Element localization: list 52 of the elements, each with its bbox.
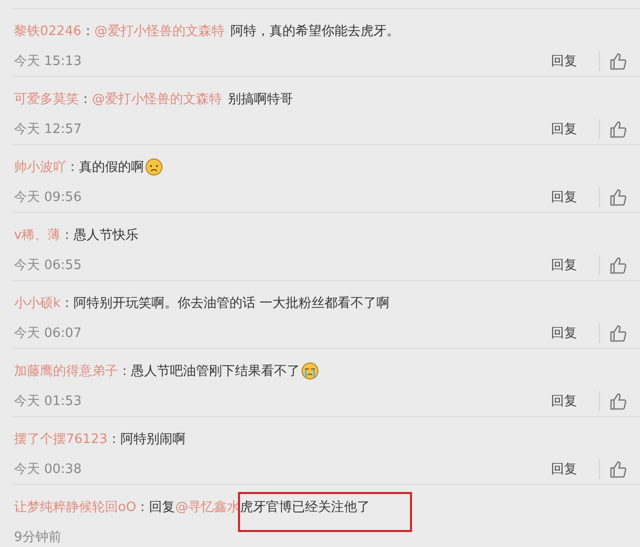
comment-text: 阿特别闹啊 — [120, 431, 186, 448]
crying-face-icon — [301, 362, 319, 380]
comment-time: 今天 06:55 — [14, 257, 83, 274]
comment-text: 愚人节吧油管刚下结果看不了 — [131, 363, 300, 380]
username-link[interactable]: 小小硕k — [14, 294, 61, 312]
username-link[interactable]: 摆了个摆76123 — [14, 430, 108, 448]
username-link[interactable]: v稀、薄 — [14, 226, 61, 244]
colon-text: ： — [107, 431, 120, 448]
colon-text: ： — [81, 23, 94, 40]
reply-button[interactable]: 回复 — [551, 460, 577, 478]
comment-text: 阿特别开玩笑啊。你去油管的话 一大批粉丝都看不了啊 — [74, 295, 390, 312]
comment-text: 愚人节快乐 — [74, 227, 139, 244]
comment-time: 今天 09:56 — [14, 189, 83, 206]
comment-text: 别搞啊特哥 — [228, 91, 293, 108]
highlighted-comment-text: 虎牙官博已经关注他了 — [240, 494, 410, 530]
username-link[interactable]: 帅小波吖 — [14, 158, 66, 176]
comment-time: 今天 15:13 — [14, 53, 83, 70]
reply-button[interactable]: 回复 — [551, 256, 577, 274]
comment-time: 9分钟前 — [14, 529, 62, 546]
colon-text: ： — [79, 91, 92, 108]
reply-button[interactable]: 回复 — [551, 188, 577, 206]
comment-text: 真的假的啊 — [79, 159, 144, 176]
thumbs-up-icon[interactable] — [599, 323, 628, 343]
reply-button[interactable]: 回复 — [551, 52, 577, 70]
thumbs-up-icon[interactable] — [599, 255, 628, 275]
username-link[interactable]: 让梦纯粹静候轮回oO — [14, 498, 136, 516]
thumbs-up-icon[interactable] — [599, 391, 628, 411]
mention-link[interactable]: @寻忆鑫水 — [175, 498, 240, 516]
mention-link[interactable]: @爱打小怪兽的文森特 — [92, 90, 222, 108]
thumbs-up-icon[interactable] — [599, 187, 628, 207]
reply-button[interactable]: 回复 — [551, 324, 577, 342]
mention-link[interactable]: @爱打小怪兽的文森特 — [94, 22, 224, 40]
sad-face-icon — [145, 158, 163, 176]
comment-time: 今天 12:57 — [14, 121, 83, 138]
thumbs-up-icon[interactable] — [599, 459, 628, 479]
comment-text: 阿特，真的希望你能去虎牙。 — [230, 23, 400, 40]
thumbs-up-icon[interactable] — [599, 51, 628, 71]
colon-text: ： — [66, 159, 79, 176]
comment-time: 今天 06:07 — [14, 325, 83, 342]
reply-button[interactable]: 回复 — [551, 392, 577, 410]
colon-text: ： — [118, 363, 131, 380]
reply-button[interactable]: 回复 — [551, 120, 577, 138]
thumbs-up-icon[interactable] — [599, 119, 628, 139]
colon-text: ： — [60, 227, 74, 244]
comment-time: 今天 00:38 — [14, 461, 83, 478]
colon-text: ： — [60, 295, 74, 312]
username-link[interactable]: 可爱多莫笑 — [14, 90, 79, 108]
reply-prefix-text: 回复 — [149, 499, 176, 516]
username-link[interactable]: 黎铁02246 — [14, 22, 82, 40]
comment-time: 今天 01:53 — [14, 393, 83, 410]
colon-text: ： — [136, 499, 150, 516]
username-link[interactable]: 加藤鹰的得意弟子 — [14, 362, 118, 380]
